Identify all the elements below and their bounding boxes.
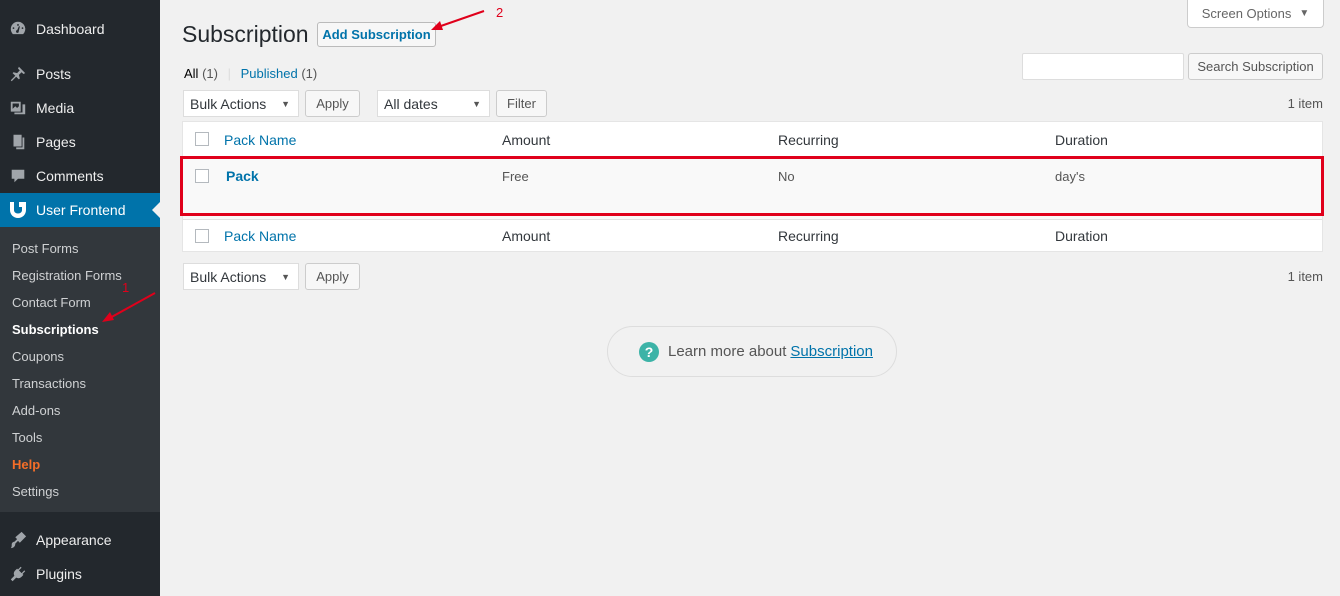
arrow-2-icon (431, 10, 485, 30)
arrow-1-icon (102, 292, 156, 322)
annotation-arrows (102, 10, 485, 322)
annotation-label-2: 2 (496, 5, 504, 20)
annotation-label-1: 1 (122, 280, 130, 295)
